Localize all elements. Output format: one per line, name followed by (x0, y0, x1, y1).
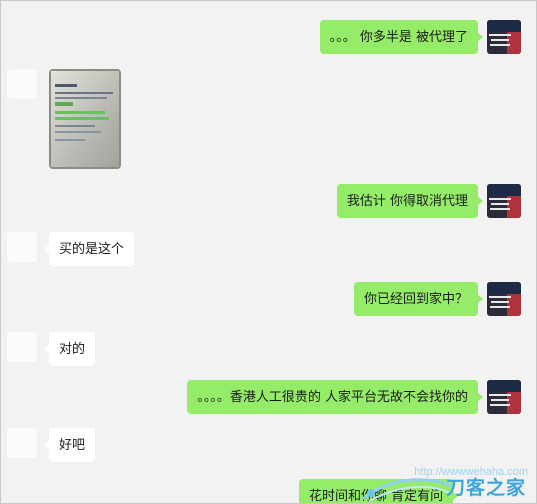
avatar-placeholder (7, 69, 37, 99)
message-bubble-sent[interactable]: 。。。。香港人工很贵的 人家平台无故不会找你的 (187, 380, 483, 414)
chat-window: 。。。 你多半是 被代理了 我估计 你得取消代理 买的是这个 你已经回到家中？ … (0, 0, 537, 504)
avatar-image (487, 20, 521, 54)
message-image[interactable] (49, 69, 121, 169)
avatar-placeholder (7, 428, 37, 458)
message-bubble-sent[interactable]: 。。。 你多半是 被代理了 (319, 20, 484, 54)
avatar[interactable] (487, 184, 521, 218)
photo-thumbnail (49, 69, 121, 169)
message-bubble-sent[interactable]: 我估计 你得取消代理 (336, 184, 484, 218)
watermark-logo: 刀客之家 (359, 473, 536, 503)
message-bubble-received[interactable]: 好吧 (43, 428, 96, 462)
avatar-image (487, 380, 521, 414)
avatar[interactable] (487, 20, 521, 54)
avatar[interactable] (487, 380, 521, 414)
watermark-logo-text: 刀客之家 (445, 477, 526, 499)
avatar-placeholder (7, 232, 37, 262)
message-bubble-received[interactable]: 对的 (43, 332, 96, 366)
message-bubble-received[interactable]: 买的是这个 (43, 232, 135, 266)
message-bubble-sent[interactable]: 你已经回到家中？ (353, 282, 484, 316)
avatar-placeholder (7, 332, 37, 362)
avatar-image (487, 282, 521, 316)
avatar[interactable] (487, 282, 521, 316)
avatar-image (487, 184, 521, 218)
